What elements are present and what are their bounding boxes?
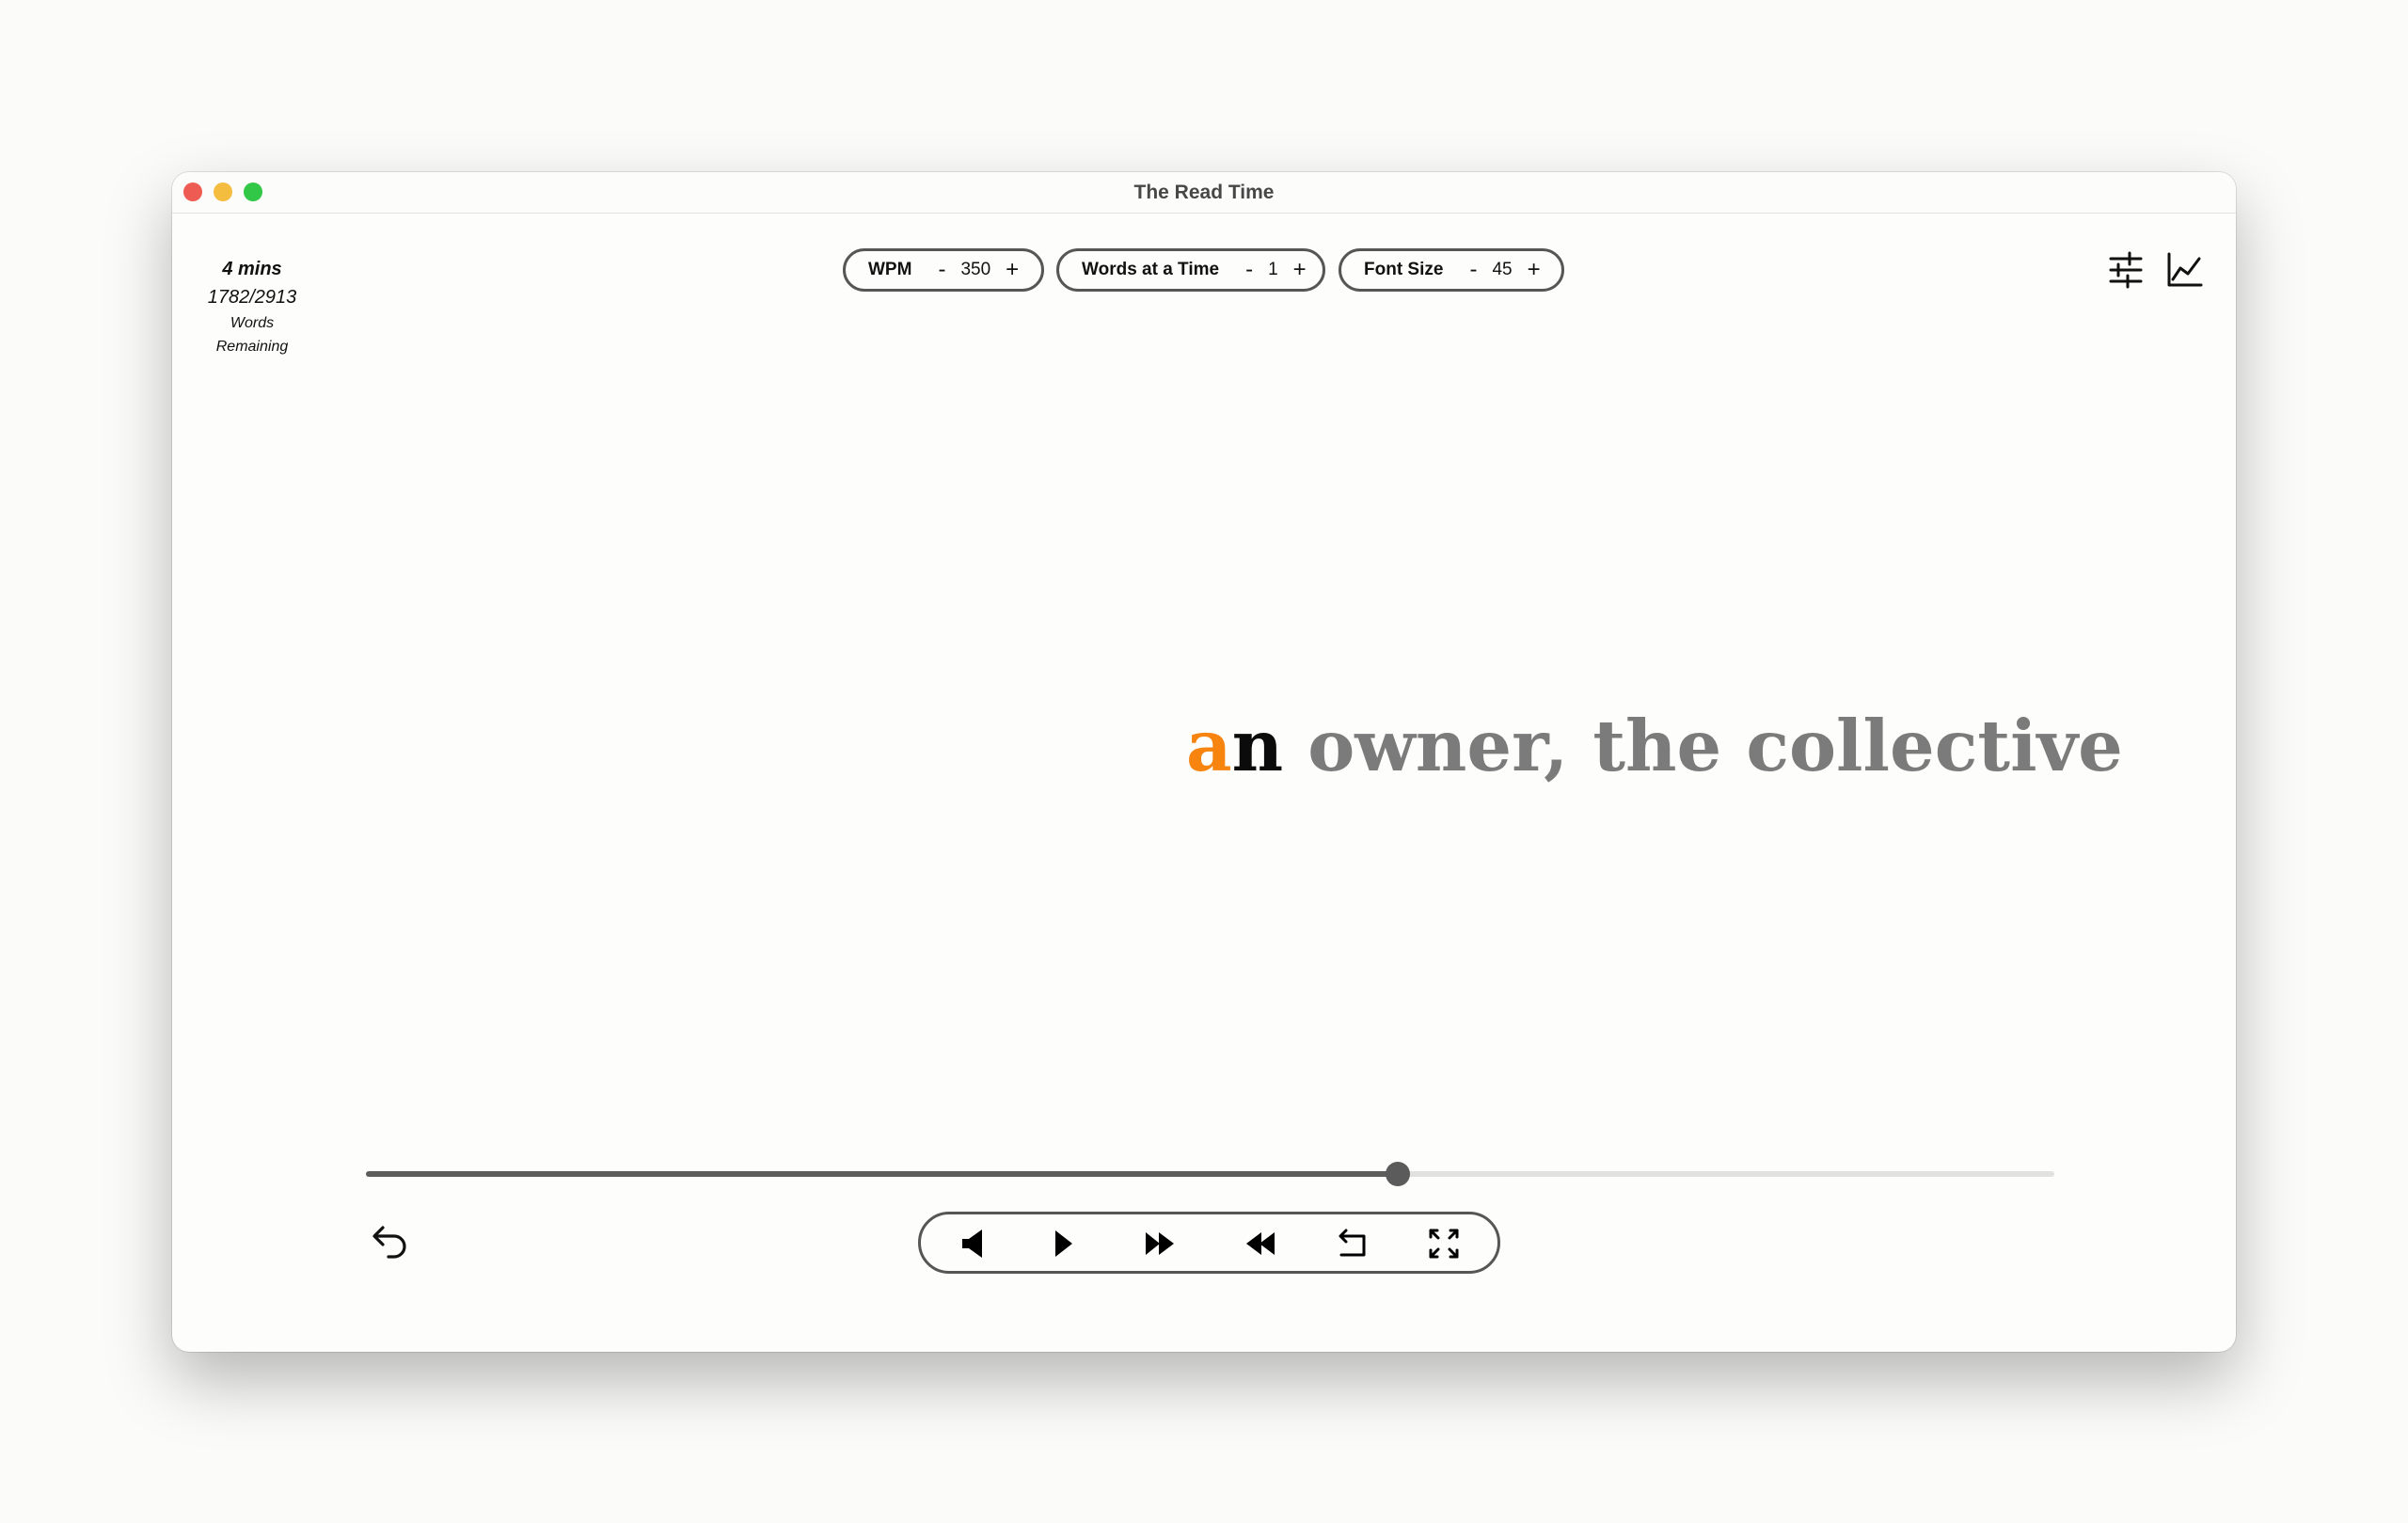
time-remaining: 4 mins: [222, 259, 282, 279]
progress-thumb[interactable]: [1385, 1162, 1410, 1186]
wpm-increase-button[interactable]: +: [1006, 259, 1019, 281]
words-at-a-time-value: 1: [1268, 260, 1278, 279]
font-size-increase-button[interactable]: +: [1528, 259, 1541, 281]
words-at-a-time-increase-button[interactable]: +: [1293, 259, 1307, 281]
progress-slider[interactable]: [366, 1162, 2054, 1186]
window-title: The Read Time: [1133, 182, 1275, 203]
focus-letter: a: [1186, 705, 1232, 787]
fullscreen-icon[interactable]: [1427, 1227, 1461, 1261]
wpm-control: WPM - 350 +: [843, 248, 1044, 292]
fast-forward-icon[interactable]: [1143, 1227, 1177, 1261]
undo-icon[interactable]: [368, 1219, 411, 1262]
rewind-icon[interactable]: [1244, 1227, 1277, 1261]
previous-icon[interactable]: [956, 1227, 990, 1261]
app-window: The Read Time 4 mins 1782/2913 Words Rem…: [172, 172, 2236, 1352]
context-words: owner, the collective: [1283, 705, 2123, 787]
reader-display: an owner, the collective: [1186, 705, 2123, 787]
sliders-icon[interactable]: [2105, 249, 2147, 291]
font-size-label: Font Size: [1364, 260, 1444, 279]
progress-fill: [366, 1171, 1398, 1177]
font-size-control: Font Size - 45 +: [1339, 248, 1564, 292]
wpm-value: 350: [960, 260, 991, 279]
current-word-rest: n: [1231, 705, 1284, 787]
words-at-a-time-label: Words at a Time: [1082, 260, 1220, 279]
words-at-a-time-control: Words at a Time - 1 +: [1056, 248, 1325, 292]
words-at-a-time-decrease-button[interactable]: -: [1245, 259, 1253, 281]
return-icon[interactable]: [1337, 1227, 1370, 1261]
title-bar: The Read Time: [172, 172, 2236, 214]
words-label: Words: [230, 315, 275, 331]
word-count: 1782/2913: [207, 287, 297, 308]
font-size-value: 45: [1492, 260, 1513, 279]
line-chart-icon[interactable]: [2163, 249, 2205, 291]
font-size-decrease-button[interactable]: -: [1469, 259, 1477, 281]
play-icon[interactable]: [1046, 1227, 1080, 1261]
wpm-label: WPM: [868, 260, 912, 279]
remaining-label: Remaining: [215, 339, 289, 355]
wpm-decrease-button[interactable]: -: [938, 259, 945, 281]
reading-stats: 4 mins 1782/2913 Words Remaining: [191, 255, 313, 358]
playback-controls: [918, 1212, 1500, 1274]
